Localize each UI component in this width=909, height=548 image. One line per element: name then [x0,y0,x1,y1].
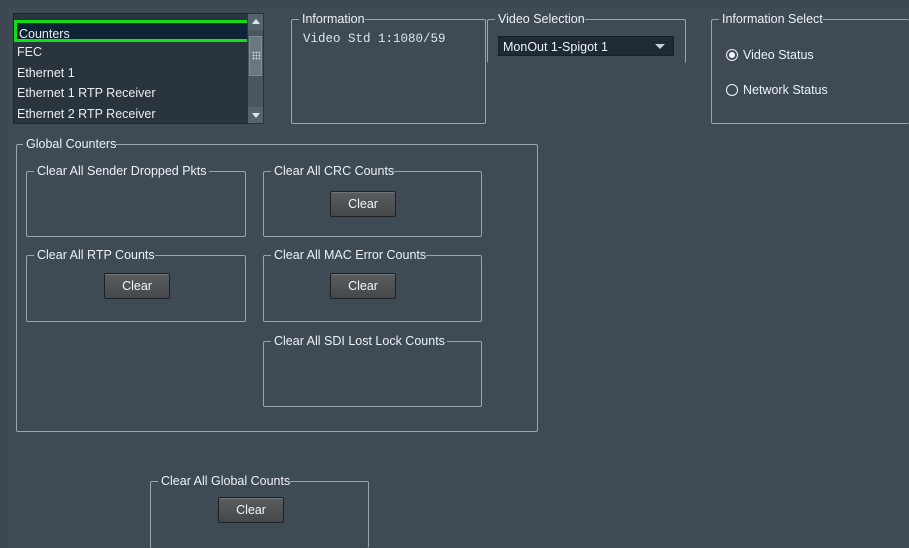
global-counters-title: Global Counters [23,137,164,151]
radio-video-status-label: Video Status [743,48,814,62]
chevron-down-icon [252,113,260,118]
video-selection-title: Video Selection [495,12,633,26]
scroll-down-button[interactable] [248,107,263,123]
scroll-up-button[interactable] [248,14,263,30]
information-select-group: Information Select Video Status Network … [711,12,909,124]
crc-group: Clear All CRC Counts Clear [263,164,482,237]
information-select-title: Information Select [719,12,871,26]
category-list[interactable]: Counters FEC Ethernet 1 Ethernet 1 RTP R… [13,13,253,124]
rtp-title: Clear All RTP Counts [34,248,203,262]
sender-dropped-group: Clear All Sender Dropped Pkts [26,164,246,237]
sdi-title: Clear All SDI Lost Lock Counts [271,334,465,348]
scroll-thumb[interactable] [249,36,262,76]
chevron-up-icon [252,19,260,24]
clear-crc-button[interactable]: Clear [330,191,396,217]
clear-all-global-title: Clear All Global Counts [158,474,338,488]
video-selection-dropdown[interactable]: MonOut 1-Spigot 1 [498,36,674,56]
rtp-group: Clear All RTP Counts Clear [26,248,246,322]
list-scrollbar[interactable] [247,13,264,124]
clear-rtp-button[interactable]: Clear [104,273,170,299]
clear-all-global-button[interactable]: Clear [218,497,284,523]
clear-mac-button[interactable]: Clear [330,273,396,299]
mac-group: Clear All MAC Error Counts Clear [263,248,482,322]
radio-network-status[interactable]: Network Status [726,82,828,98]
video-selection-group: Video Selection MonOut 1-Spigot 1 [487,12,686,63]
crc-title: Clear All CRC Counts [271,164,442,178]
information-text: Video Std 1:1080/59 [303,32,446,46]
list-item-counters[interactable]: Counters [14,20,250,42]
list-item-ethernet-1-rtp[interactable]: Ethernet 1 RTP Receiver [17,84,156,102]
list-item-ethernet-1[interactable]: Ethernet 1 [17,64,75,82]
sdi-group: Clear All SDI Lost Lock Counts [263,334,482,407]
grip-icon [252,51,261,60]
radio-video-status[interactable]: Video Status [726,47,814,63]
global-counters-group: Global Counters Clear All Sender Dropped… [16,137,538,432]
list-item-ethernet-2-rtp[interactable]: Ethernet 2 RTP Receiver [17,105,156,123]
radio-selected-icon [726,49,738,61]
clear-all-global-group: Clear All Global Counts Clear [150,474,369,548]
video-selection-value: MonOut 1-Spigot 1 [503,40,608,54]
sender-dropped-title: Clear All Sender Dropped Pkts [34,164,221,178]
information-group: Information Video Std 1:1080/59 [291,12,486,124]
radio-network-status-label: Network Status [743,83,828,97]
radio-unselected-icon [726,84,738,96]
chevron-down-icon [655,44,665,49]
list-item-fec[interactable]: FEC [17,43,42,61]
information-title: Information [299,12,413,26]
mac-title: Clear All MAC Error Counts [271,248,456,262]
